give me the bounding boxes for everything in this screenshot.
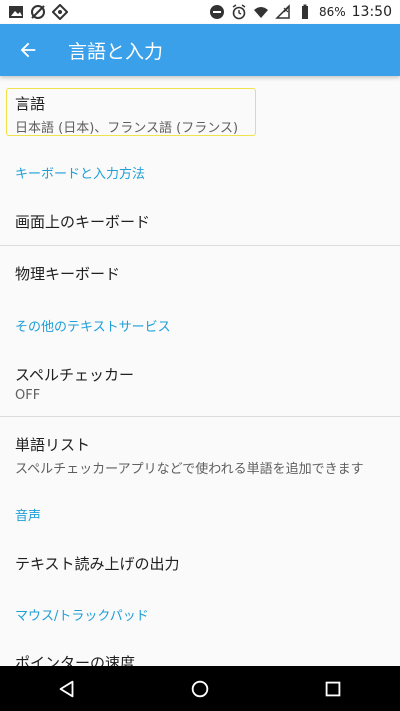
pref-tts-output[interactable]: テキスト読み上げの出力 xyxy=(0,553,400,574)
pref-word-list[interactable]: 単語リスト スペルチェッカーアプリなどで使われる単語を追加できます xyxy=(0,434,400,477)
nav-home-button[interactable] xyxy=(170,666,230,711)
category-voice: 音声 xyxy=(15,509,42,524)
battery-icon xyxy=(297,4,313,20)
wifi-icon xyxy=(253,4,269,20)
status-right: 86% 13:50 xyxy=(209,4,400,20)
status-left xyxy=(0,4,68,20)
circle-home-icon xyxy=(191,680,209,697)
pref-tts-output-title: テキスト読み上げの出力 xyxy=(15,555,180,573)
nav-back-button[interactable] xyxy=(37,666,97,711)
arrow-back-icon xyxy=(20,42,36,58)
divider xyxy=(0,416,400,417)
square-recents-icon xyxy=(325,681,341,696)
signal-icon xyxy=(275,4,291,20)
clock: 13:50 xyxy=(351,4,392,20)
battery-percent: 86% xyxy=(318,5,346,19)
dnd-icon xyxy=(209,4,225,20)
pref-language-summary: 日本語 (日本)、フランス語 (フランス) xyxy=(15,121,239,136)
divider xyxy=(0,245,400,246)
pref-spell-checker[interactable]: スペルチェッカー OFF xyxy=(0,364,400,403)
pref-language[interactable]: 言語 日本語 (日本)、フランス語 (フランス) xyxy=(0,93,400,136)
category-other-text-services: その他のテキストサービス xyxy=(15,320,171,335)
alarm-icon xyxy=(231,4,247,20)
category-mouse-trackpad: マウス/トラックパッド xyxy=(15,609,149,624)
triangle-back-icon xyxy=(59,680,74,697)
pref-spell-checker-summary: OFF xyxy=(15,388,41,403)
sync-off-icon xyxy=(30,4,46,20)
status-bar: 86% 13:50 xyxy=(0,0,400,24)
back-button[interactable] xyxy=(0,24,56,76)
data-saver-icon xyxy=(52,4,68,20)
pref-pointer-speed-title: ポインターの速度 xyxy=(15,654,136,666)
app-bar: 言語と入力 xyxy=(0,24,400,76)
pref-physical-keyboard-title: 物理キーボード xyxy=(15,265,121,283)
category-keyboard: キーボードと入力方法 xyxy=(15,167,146,182)
pref-pointer-speed[interactable]: ポインターの速度 xyxy=(0,652,400,666)
image-icon xyxy=(8,4,24,20)
pref-onscreen-keyboard-title: 画面上のキーボード xyxy=(15,213,151,231)
page-title: 言語と入力 xyxy=(68,40,164,63)
settings-list[interactable]: 言語 日本語 (日本)、フランス語 (フランス) キーボードと入力方法 画面上の… xyxy=(0,76,400,666)
screen: 86% 13:50 言語と入力 言語 日本語 (日本)、フランス語 (フランス)… xyxy=(0,0,400,711)
pref-onscreen-keyboard[interactable]: 画面上のキーボード xyxy=(0,211,400,232)
nav-recents-button[interactable] xyxy=(303,666,363,711)
pref-physical-keyboard[interactable]: 物理キーボード xyxy=(0,263,400,284)
pref-language-title: 言語 xyxy=(15,95,46,113)
pref-word-list-summary: スペルチェッカーアプリなどで使われる単語を追加できます xyxy=(15,462,364,477)
pref-spell-checker-title: スペルチェッカー xyxy=(15,366,134,384)
navigation-bar xyxy=(0,666,400,711)
pref-word-list-title: 単語リスト xyxy=(15,436,91,454)
